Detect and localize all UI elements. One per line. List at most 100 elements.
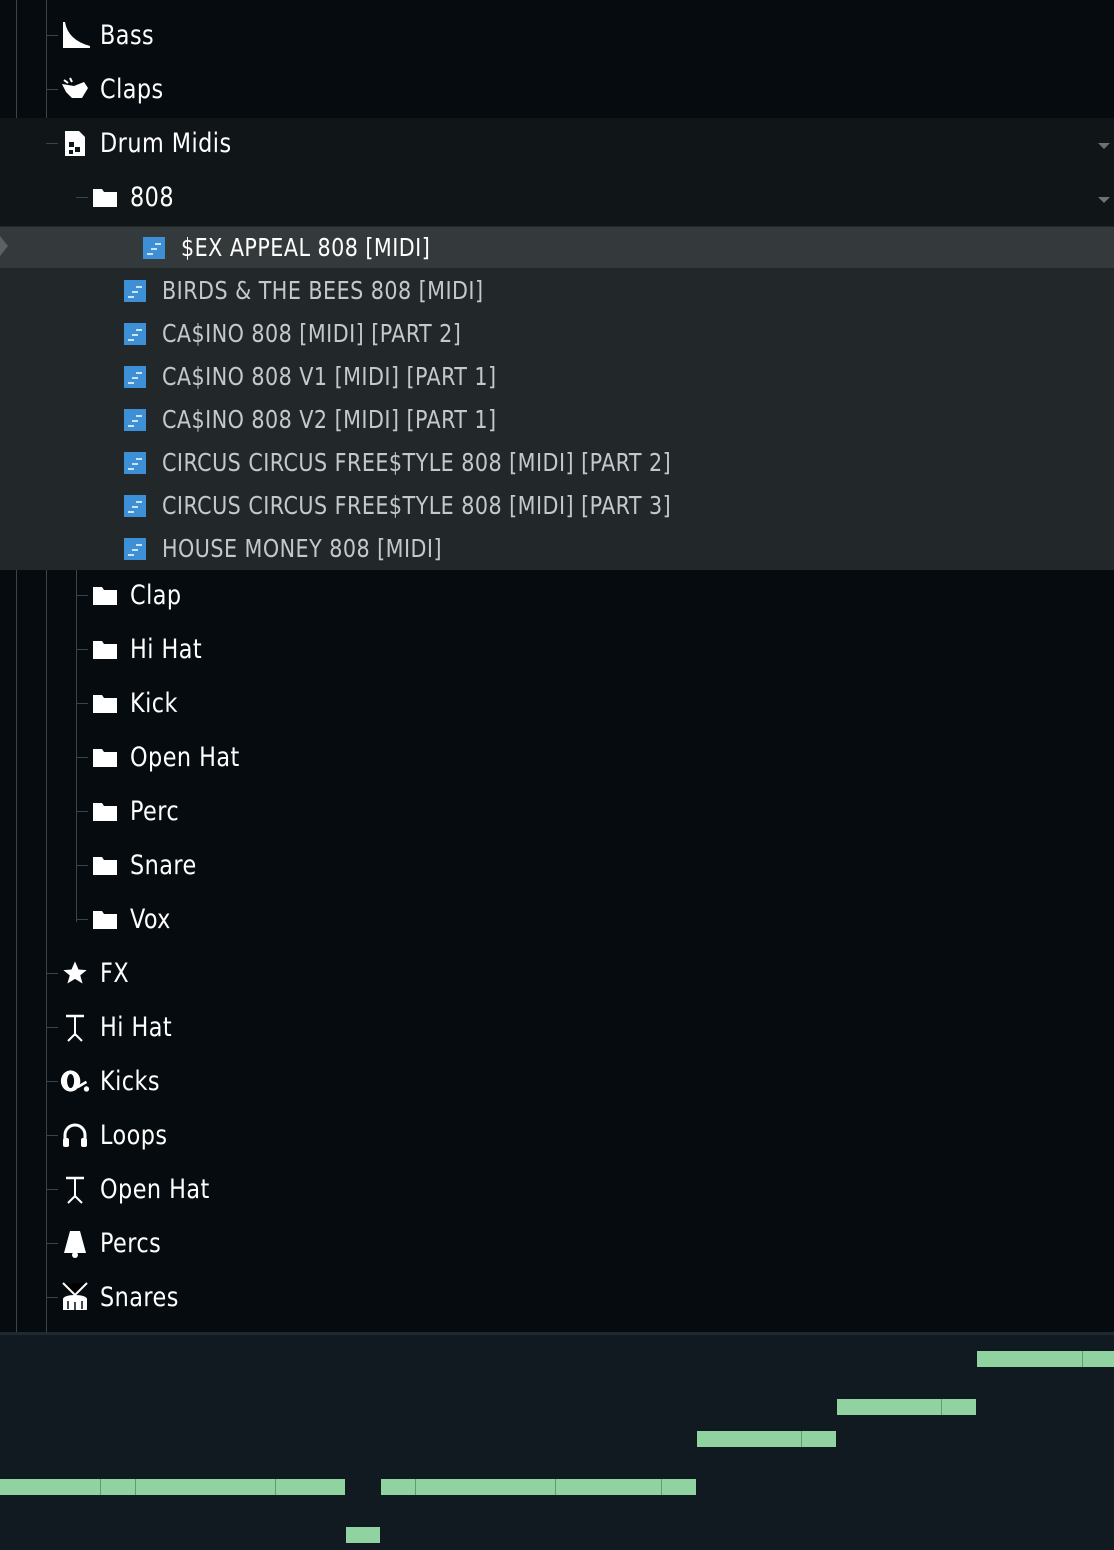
folder-label: Open Hat: [130, 741, 240, 773]
headphones-icon: [60, 1120, 90, 1150]
selection-marker: [0, 236, 8, 256]
hi-hat-icon: [60, 1012, 90, 1042]
cowbell-icon: [60, 1228, 90, 1258]
midi-note: [346, 1527, 380, 1543]
folder-icon: [90, 688, 120, 718]
tree-tick: [46, 143, 58, 144]
midi-file-icon: [124, 279, 146, 302]
folder-label: Clap: [130, 579, 182, 611]
tree-tick: [76, 595, 88, 596]
folder-label: Kick: [130, 687, 178, 719]
subfolder-hi-hat[interactable]: Hi Hat: [76, 622, 208, 676]
midi-file-icon: [124, 537, 146, 560]
file-label: CA$INO 808 [MIDI] [PART 2]: [162, 319, 462, 348]
tree-tick: [46, 35, 58, 36]
clap-hands-icon: [60, 74, 90, 104]
file-label: $EX APPEAL 808 [MIDI]: [181, 233, 431, 262]
folder-claps[interactable]: Claps: [46, 62, 169, 116]
subfolder-perc[interactable]: Perc: [76, 784, 183, 838]
folder-percs[interactable]: Percs: [46, 1216, 167, 1270]
note-divider: [555, 1479, 556, 1495]
tree-tick: [46, 1243, 58, 1244]
folder-loops[interactable]: Loops: [46, 1108, 173, 1162]
note-divider: [415, 1479, 416, 1495]
chevron-down-icon[interactable]: [1098, 197, 1110, 203]
file-label: CA$INO 808 V2 [MIDI] [PART 1]: [162, 405, 497, 434]
subfolder-open-hat[interactable]: Open Hat: [76, 730, 249, 784]
midi-file-icon: [124, 408, 146, 431]
folder-label: Bass: [100, 19, 155, 51]
note-divider: [135, 1479, 136, 1495]
subfolder-vox[interactable]: Vox: [76, 892, 174, 946]
tree-tick: [46, 89, 58, 90]
tree-tick: [76, 703, 88, 704]
tree-tick: [46, 1027, 58, 1028]
tree-tick: [76, 757, 88, 758]
midi-file-icon: [124, 451, 146, 474]
snare-drum-icon: [60, 1282, 90, 1312]
folder-hi-hat[interactable]: Hi Hat: [46, 1000, 178, 1054]
browser-panel: Bass Claps Drum Midis 808 $EX APPEAL 808…: [0, 0, 1114, 1332]
midi-note: [837, 1399, 976, 1415]
midi-file-icon: [124, 322, 146, 345]
note-divider: [275, 1479, 276, 1495]
folder-label: Perc: [130, 795, 180, 827]
kick-drum-icon: [60, 1066, 90, 1096]
note-divider: [661, 1479, 662, 1495]
folder-kicks[interactable]: Kicks: [46, 1054, 165, 1108]
hi-hat-icon: [60, 1174, 90, 1204]
folder-icon: [90, 634, 120, 664]
folder-snares[interactable]: Snares: [46, 1270, 186, 1324]
note-divider: [1082, 1351, 1083, 1367]
folder-bass[interactable]: Bass: [46, 8, 159, 62]
file-item[interactable]: CA$INO 808 [MIDI] [PART 2]: [124, 312, 487, 355]
midi-note: [977, 1351, 1114, 1367]
file-item[interactable]: CA$INO 808 V1 [MIDI] [PART 1]: [124, 355, 526, 398]
bass-waveform-icon: [60, 20, 90, 50]
folder-label: Loops: [100, 1119, 168, 1151]
file-label: CIRCUS CIRCUS FREE$TYLE 808 [MIDI] [PART…: [162, 448, 672, 477]
folder-label: FX: [100, 957, 130, 989]
file-item[interactable]: BIRDS & THE BEES 808 [MIDI]: [124, 269, 512, 312]
chevron-down-icon[interactable]: [1098, 143, 1110, 149]
folder-label: 808: [130, 181, 175, 213]
file-label: HOUSE MONEY 808 [MIDI]: [162, 534, 442, 563]
folder-label: Claps: [100, 73, 164, 105]
file-item[interactable]: CA$INO 808 V2 [MIDI] [PART 1]: [124, 398, 526, 441]
folder-icon: [90, 904, 120, 934]
midi-note: [697, 1431, 836, 1447]
file-label: CIRCUS CIRCUS FREE$TYLE 808 [MIDI] [PART…: [162, 491, 672, 520]
file-label: BIRDS & THE BEES 808 [MIDI]: [162, 276, 484, 305]
folder-icon: [90, 796, 120, 826]
subfolder-clap[interactable]: Clap: [76, 568, 186, 622]
subfolder-snare[interactable]: Snare: [76, 838, 203, 892]
folder-label: Snares: [100, 1281, 179, 1313]
subfolder-808[interactable]: 808: [76, 170, 178, 224]
tree-tick: [46, 1135, 58, 1136]
note-divider: [941, 1399, 942, 1415]
midi-note: [0, 1479, 345, 1495]
tree-tick: [46, 973, 58, 974]
folder-icon: [90, 182, 120, 212]
subfolder-kick[interactable]: Kick: [76, 676, 182, 730]
file-item[interactable]: HOUSE MONEY 808 [MIDI]: [124, 527, 466, 570]
folder-drum-midis[interactable]: Drum Midis: [46, 116, 243, 170]
folder-fx[interactable]: FX: [46, 946, 132, 1000]
folder-icon: [90, 580, 120, 610]
tree-tick: [76, 197, 88, 198]
folder-label: Drum Midis: [100, 127, 232, 159]
folder-icon: [90, 850, 120, 880]
file-item-selected[interactable]: $EX APPEAL 808 [MIDI]: [143, 226, 452, 269]
tree-tick: [76, 811, 88, 812]
midi-file-icon: [143, 236, 165, 259]
folder-label: Hi Hat: [130, 633, 203, 665]
file-item[interactable]: CIRCUS CIRCUS FREE$TYLE 808 [MIDI] [PART…: [124, 441, 715, 484]
tree-tick: [46, 1081, 58, 1082]
folder-label: Open Hat: [100, 1173, 210, 1205]
note-divider: [100, 1479, 101, 1495]
folder-open-hat[interactable]: Open Hat: [46, 1162, 219, 1216]
tree-tick: [46, 1189, 58, 1190]
midi-file-icon: [124, 494, 146, 517]
folder-label: Snare: [130, 849, 197, 881]
file-item[interactable]: CIRCUS CIRCUS FREE$TYLE 808 [MIDI] [PART…: [124, 484, 715, 527]
